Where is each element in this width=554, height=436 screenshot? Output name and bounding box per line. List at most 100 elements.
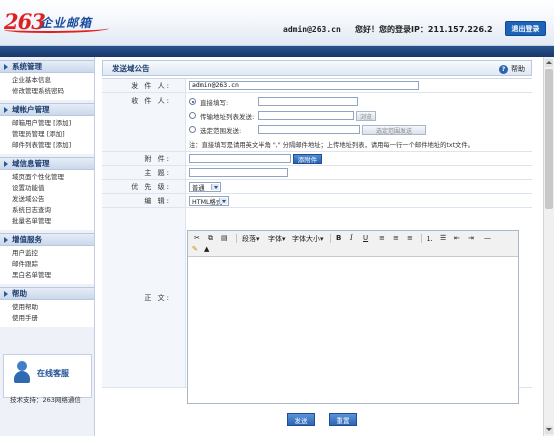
font-size-dropdown[interactable]: 字体大小 ▾ [292, 234, 324, 244]
reset-button[interactable]: 重置 [329, 413, 357, 426]
subject-input[interactable] [189, 168, 288, 177]
radio-list[interactable] [189, 112, 196, 119]
sidebar-item[interactable]: 邮件列表管理 [添加] [12, 140, 94, 151]
sender-row: 发 件 人: admin@263.cn [102, 79, 532, 93]
sender-field[interactable]: admin@263.cn [189, 81, 419, 90]
online-support-box[interactable]: 在线客服 [3, 354, 92, 398]
format-label: 编 辑: [102, 194, 186, 207]
sidebar-item[interactable]: 修改管理系统密码 [12, 86, 94, 97]
sidebar-section-header[interactable]: 增值服务 [0, 233, 94, 246]
align-center-icon[interactable]: ≡ [393, 234, 399, 242]
sidebar-item[interactable]: 系统日志查询 [12, 205, 94, 216]
sidebar-item[interactable]: 邮箱用户管理 [添加] [12, 118, 94, 129]
send-button[interactable]: 发送 [287, 413, 315, 426]
subject-label: 主 题: [102, 166, 186, 179]
paragraph-dropdown[interactable]: 段落 ▾ [242, 234, 260, 244]
priority-select[interactable]: 普通 [189, 182, 221, 192]
section-title: 系统管理 [12, 62, 42, 71]
direct-address-input[interactable] [258, 97, 358, 106]
italic-button[interactable]: I [350, 234, 353, 242]
radio-direct[interactable] [189, 98, 196, 105]
sidebar-section-accounts: 域帐户管理 邮箱用户管理 [添加] 管理员管理 [添加] 邮件列表管理 [添加] [0, 103, 94, 154]
font-color-icon[interactable]: ▲ [204, 245, 209, 253]
customer-service-icon [13, 361, 31, 383]
sidebar-section-system: 系统管理 企业基本信息 修改管理系统密码 [0, 60, 94, 100]
address-list-file-input[interactable] [258, 111, 354, 120]
cut-icon[interactable]: ✂ [194, 234, 200, 242]
font-dropdown[interactable]: 字体 ▾ [268, 234, 286, 244]
logo-swoosh [4, 25, 109, 33]
help-icon: ? [499, 64, 508, 74]
sidebar-item[interactable]: 使用手册 [12, 313, 94, 324]
attachment-row: 附 件: 添附件 [102, 152, 532, 166]
sidebar-item[interactable]: 使用帮助 [12, 302, 94, 313]
attachment-input[interactable] [189, 154, 291, 163]
underline-button[interactable]: U [363, 234, 368, 242]
scrollbar[interactable] [543, 57, 554, 436]
body-label: 正 文: [102, 208, 186, 387]
help-label: 帮助 [511, 65, 525, 73]
recipient-label: 收 件 人: [102, 93, 186, 151]
sidebar-item[interactable]: 邮件跟踪 [12, 259, 94, 270]
sender-label: 发 件 人: [102, 79, 186, 92]
paste-icon[interactable]: ▤ [221, 234, 228, 242]
scroll-thumb[interactable] [545, 69, 553, 209]
sidebar-section-header[interactable]: 域帐户管理 [0, 103, 94, 116]
section-title: 帮助 [12, 289, 27, 298]
triangle-icon [4, 63, 8, 70]
browse-button[interactable]: 浏览 [356, 111, 376, 121]
triangle-icon [4, 106, 8, 113]
format-row: 编 辑: HTML格式 [102, 194, 532, 208]
radio-range-label: 选定范围发送: [200, 127, 242, 135]
sidebar-section-header[interactable]: 帮助 [0, 287, 94, 300]
add-attachment-button[interactable]: 添附件 [293, 154, 322, 164]
attachment-label: 附 件: [102, 152, 186, 165]
triangle-icon [4, 160, 8, 167]
sidebar-section-header[interactable]: 系统管理 [0, 60, 94, 73]
login-ip-greeting: 您好！您的登录IP：211.157.226.2 [355, 25, 493, 34]
chevron-down-icon [219, 198, 227, 204]
ordered-list-icon[interactable]: ⒈ [426, 234, 433, 244]
sidebar-item[interactable]: 管理员管理 [添加] [12, 129, 94, 140]
sidebar-section-header[interactable]: 域信息管理 [0, 157, 94, 170]
align-right-icon[interactable]: ≡ [407, 234, 413, 242]
page-title: 发送域公告 [112, 63, 150, 73]
align-left-icon[interactable]: ≡ [379, 234, 385, 242]
bold-button[interactable]: B [336, 234, 341, 242]
sidebar-section-domain-info: 域信息管理 域页面个性化管理 设置功能值 发送域公告 系统日志查询 批量名单管理 [0, 157, 94, 230]
priority-label: 优 先 级: [102, 180, 186, 193]
editor-body[interactable] [188, 258, 518, 403]
outdent-icon[interactable]: ⇤ [454, 234, 460, 242]
sidebar-item[interactable]: 用户监控 [12, 248, 94, 259]
sidebar-item[interactable]: 黑白名单管理 [12, 270, 94, 281]
indent-icon[interactable]: ⇥ [468, 234, 474, 242]
online-support-label: 在线客服 [37, 369, 69, 378]
triangle-icon [4, 290, 8, 297]
sidebar-section-value-added: 增值服务 用户监控 邮件跟踪 黑白名单管理 [0, 233, 94, 284]
horizontal-rule-button[interactable]: — [484, 234, 491, 242]
logout-button[interactable]: 退出登录 [505, 21, 546, 36]
copy-icon[interactable]: ⧉ [208, 234, 213, 243]
background-color-icon[interactable]: ✎ [192, 245, 198, 253]
tech-support-text: 技术支持：263网络通信 [10, 396, 81, 404]
sidebar-section-help: 帮助 使用帮助 使用手册 [0, 287, 94, 327]
sidebar-item[interactable]: 域页面个性化管理 [12, 172, 94, 183]
scroll-down-icon[interactable] [545, 426, 553, 434]
top-header: 263 企业邮箱 admin@263.cn 您好！您的登录IP：211.157.… [0, 0, 554, 46]
sidebar-item[interactable]: 企业基本信息 [12, 75, 94, 86]
sidebar-item[interactable]: 批量名单管理 [12, 216, 94, 227]
section-title: 域帐户管理 [12, 105, 50, 114]
sidebar-item[interactable]: 设置功能值 [12, 183, 94, 194]
radio-range[interactable] [189, 126, 196, 133]
unordered-list-icon[interactable]: ☰ [440, 234, 446, 242]
nav-band [0, 46, 554, 57]
choose-range-button[interactable]: 选定范围发送 [362, 125, 426, 135]
radio-list-label: 传输地址列表发送: [200, 113, 255, 121]
sidebar-item[interactable]: 发送域公告 [12, 194, 94, 205]
priority-value: 普通 [192, 184, 205, 192]
scroll-up-icon[interactable] [545, 59, 553, 67]
help-link[interactable]: ? 帮助 [499, 64, 525, 74]
range-input[interactable] [258, 125, 360, 134]
recipient-row: 收 件 人: 直接填写: 传输地址列表发送: 浏览 选定范围发送: 选定范围发送… [102, 93, 532, 152]
format-select[interactable]: HTML格式 [189, 196, 229, 206]
